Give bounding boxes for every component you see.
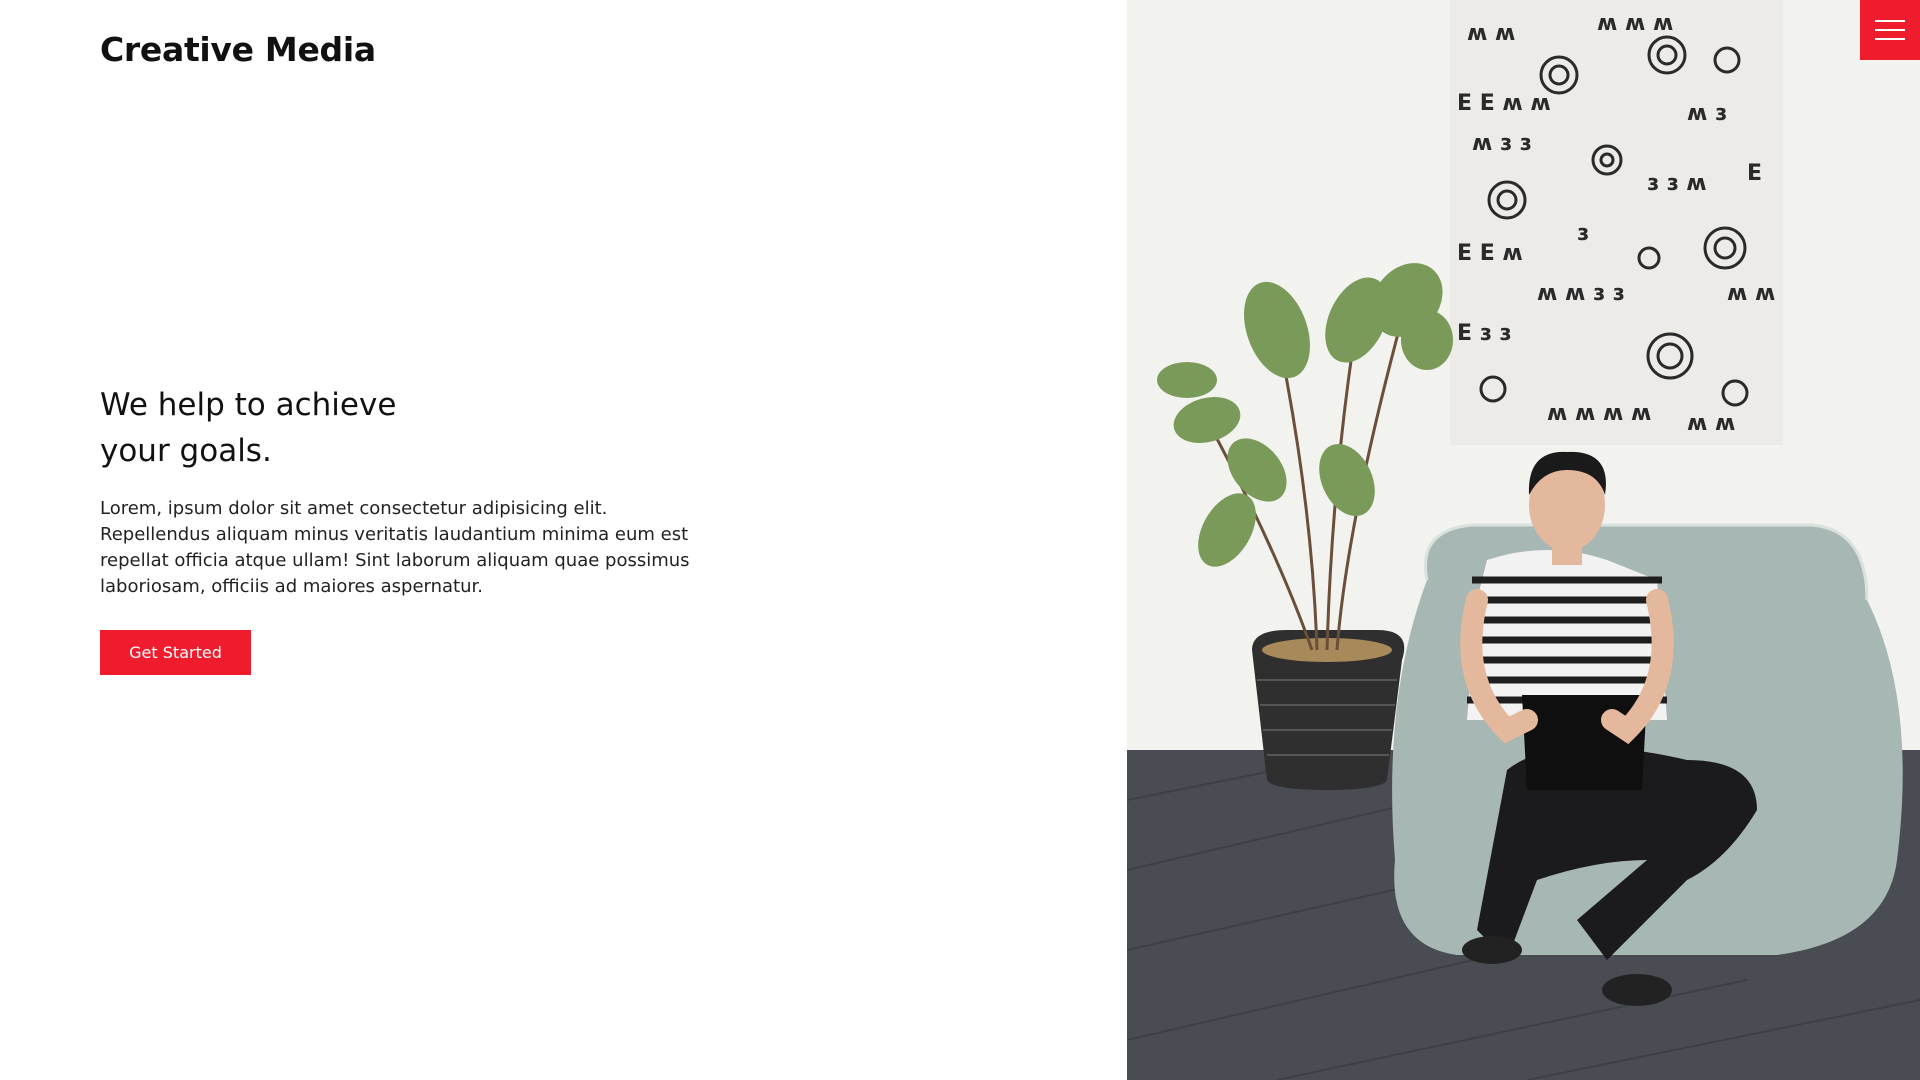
svg-text:ʍ ʍ ɜ ɜ: ʍ ʍ ɜ ɜ bbox=[1537, 281, 1625, 306]
svg-text:ɜ: ɜ bbox=[1577, 221, 1589, 246]
svg-text:ʍ ʍ ʍ: ʍ ʍ ʍ bbox=[1597, 11, 1673, 36]
site-logo[interactable]: Creative Media bbox=[100, 30, 376, 69]
svg-text:ʍ ʍ: ʍ ʍ bbox=[1727, 281, 1775, 306]
hero-description: Lorem, ipsum dolor sit amet consectetur … bbox=[100, 498, 690, 597]
landing-page: Creative Media We help to achieve your g… bbox=[0, 0, 1920, 1080]
svg-text:E: E bbox=[1747, 161, 1762, 186]
get-started-button[interactable]: Get Started bbox=[100, 630, 251, 675]
hamburger-menu-icon-bar-2 bbox=[1875, 29, 1905, 31]
svg-text:E ɜ ɜ: E ɜ ɜ bbox=[1457, 321, 1511, 346]
hero-headline: We help to achieve your goals. bbox=[100, 387, 397, 469]
hero-section: We help to achieve your goals. Lorem, ip… bbox=[100, 382, 700, 675]
svg-text:ʍ ʍ: ʍ ʍ bbox=[1467, 21, 1515, 46]
svg-text:ʍ ɜ: ʍ ɜ bbox=[1687, 101, 1727, 126]
svg-text:ɜ ɜ ʍ: ɜ ɜ ʍ bbox=[1647, 171, 1707, 196]
svg-text:ʍ ʍ: ʍ ʍ bbox=[1687, 411, 1735, 436]
hero-image: ʍ ʍ ʍ ʍ ʍ E E ʍ ʍ ʍ ɜ ʍ ɜ ɜ ɜ ɜ ʍ E E ʍ ʍ ʍ … bbox=[1127, 0, 1920, 1080]
hamburger-menu-icon-bar-3 bbox=[1875, 38, 1905, 40]
svg-text:E E ʍ: E E ʍ bbox=[1457, 241, 1523, 266]
svg-text:ʍ ʍ ʍ ʍ: ʍ ʍ ʍ ʍ bbox=[1547, 401, 1651, 426]
svg-text:ʍ ɜ ɜ: ʍ ɜ ɜ bbox=[1472, 131, 1532, 156]
svg-text:E E ʍ ʍ: E E ʍ ʍ bbox=[1457, 91, 1551, 116]
menu-button[interactable] bbox=[1860, 0, 1920, 60]
hero-photo-illustration: ʍ ʍ ʍ ʍ ʍ E E ʍ ʍ ʍ ɜ ʍ ɜ ɜ ɜ ɜ ʍ E E ʍ ʍ ʍ … bbox=[1127, 0, 1920, 1080]
hamburger-menu-icon-bar-1 bbox=[1875, 20, 1905, 22]
